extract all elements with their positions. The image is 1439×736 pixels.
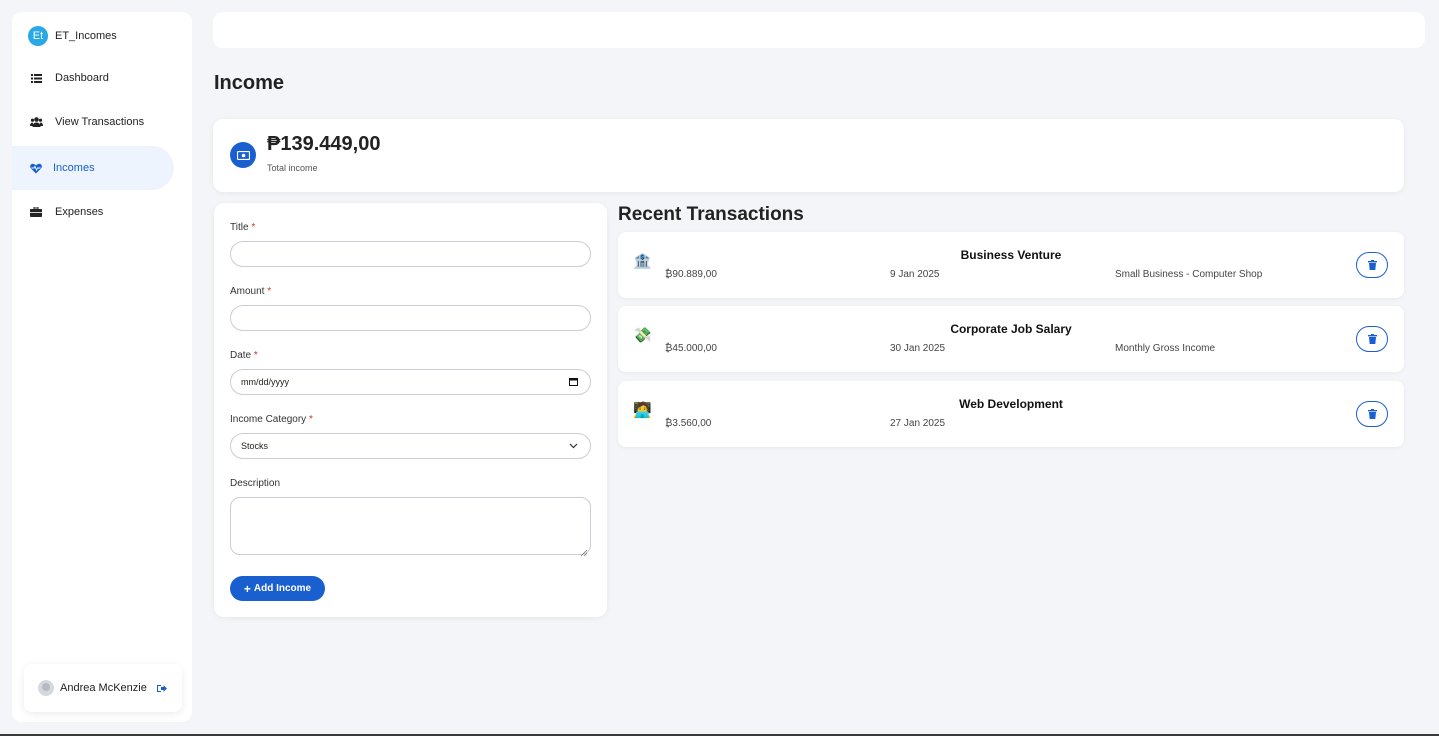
trash-icon	[1367, 409, 1377, 419]
money-icon	[230, 142, 256, 168]
total-income-amount: ₱139.449,00	[267, 133, 381, 155]
transaction-title: Web Development	[959, 397, 1063, 411]
add-income-label: Add Income	[253, 583, 312, 594]
add-income-form: Title * Amount * Date * mm/dd/yyyy Incom…	[214, 203, 607, 617]
recent-transactions-title: Recent Transactions	[618, 204, 804, 225]
sidebar-item-incomes[interactable]: Incomes	[12, 146, 174, 190]
transaction-title: Business Venture	[960, 248, 1062, 262]
total-income-card: ₱139.449,00 Total income	[213, 119, 1404, 192]
transaction-date: 9 Jan 2025	[890, 269, 940, 280]
description-label: Description	[230, 478, 281, 489]
trash-icon	[1367, 334, 1377, 344]
category-label: Income Category *	[230, 414, 313, 425]
transaction-card: 🧑‍💻 Web Development ₿3.560,00 27 Jan 202…	[618, 381, 1404, 447]
brand[interactable]: Et ET_Incomes	[12, 18, 192, 54]
sidebar-item-label: Expenses	[55, 206, 104, 218]
description-textarea[interactable]	[230, 497, 591, 557]
transaction-date: 30 Jan 2025	[890, 343, 946, 354]
calendar-icon[interactable]	[569, 377, 578, 388]
title-label: Title *	[230, 222, 256, 233]
list-icon	[29, 71, 43, 85]
sidebar: Et ET_Incomes Dashboard View Transaction…	[12, 12, 192, 722]
transaction-card: 💸 Corporate Job Salary ₿45.000,00 30 Jan…	[618, 306, 1404, 372]
income-category-select[interactable]: Stocks	[230, 433, 591, 459]
users-icon	[29, 115, 43, 129]
category-selected-value: Stocks	[241, 441, 269, 451]
transaction-date: 27 Jan 2025	[890, 418, 946, 429]
add-income-button[interactable]: + Add Income	[230, 576, 325, 601]
date-placeholder: mm/dd/yyyy	[241, 377, 290, 387]
sidebar-nav: Dashboard View Transactions Incomes Expe…	[12, 58, 192, 232]
transaction-description: Small Business - Computer Shop	[1115, 269, 1263, 280]
brand-name: ET_Incomes	[55, 30, 117, 42]
top-bar	[213, 12, 1425, 48]
resize-grip-icon[interactable]	[580, 544, 588, 557]
transaction-card: 🏦 Business Venture ₿90.889,00 9 Jan 2025…	[618, 232, 1404, 298]
transaction-amount: ₿45.000,00	[665, 343, 717, 354]
transaction-title: Corporate Job Salary	[950, 322, 1072, 336]
sidebar-item-label: Dashboard	[55, 72, 109, 84]
chevron-down-icon	[569, 441, 578, 451]
trash-icon	[1367, 260, 1377, 270]
date-label: Date *	[230, 350, 258, 361]
user-card[interactable]: Andrea McKenzie	[24, 664, 182, 712]
delete-button[interactable]	[1356, 252, 1388, 278]
heart-pulse-icon	[29, 161, 43, 175]
sidebar-item-view-transactions[interactable]: View Transactions	[12, 102, 192, 142]
transaction-amount: ₿3.560,00	[665, 418, 712, 429]
delete-button[interactable]	[1356, 326, 1388, 352]
briefcase-icon	[29, 205, 43, 219]
total-income-label: Total income	[267, 163, 318, 173]
page-title: Income	[214, 72, 285, 94]
title-input[interactable]	[230, 241, 591, 267]
user-name: Andrea McKenzie	[60, 682, 147, 694]
amount-input[interactable]	[230, 305, 591, 331]
transaction-description: Monthly Gross Income	[1115, 343, 1216, 354]
date-input[interactable]: mm/dd/yyyy	[230, 369, 591, 395]
sidebar-item-label: Incomes	[53, 162, 95, 174]
avatar	[38, 680, 54, 696]
amount-label: Amount *	[230, 286, 272, 297]
sidebar-item-label: View Transactions	[55, 116, 145, 128]
sidebar-item-expenses[interactable]: Expenses	[12, 192, 192, 232]
plus-icon: +	[243, 581, 251, 596]
transaction-amount: ₿90.889,00	[665, 269, 717, 280]
brand-badge: Et	[28, 26, 48, 46]
logout-icon[interactable]	[156, 684, 167, 693]
delete-button[interactable]	[1356, 401, 1388, 427]
sidebar-item-dashboard[interactable]: Dashboard	[12, 58, 192, 98]
